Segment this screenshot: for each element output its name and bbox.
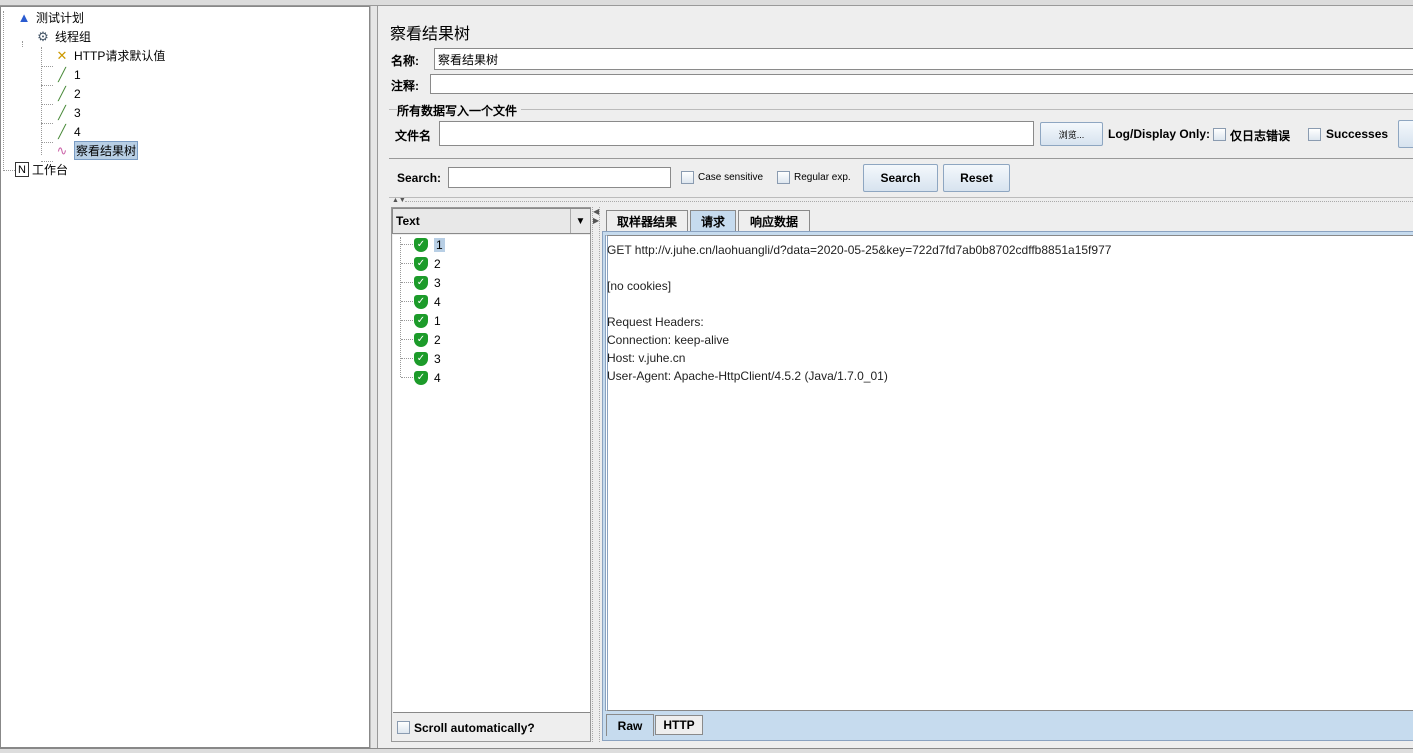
success-shield-icon: ✓ (414, 351, 428, 366)
success-shield-icon: ✓ (414, 256, 428, 271)
successes-label: Successes (1326, 127, 1389, 141)
result-label: 2 (434, 256, 441, 271)
tab-raw[interactable]: Raw (606, 714, 654, 736)
sampler-pipette-icon: ╱ (58, 66, 66, 82)
sampler-pipette-icon: ╱ (58, 104, 66, 120)
vertical-split-divider[interactable] (405, 201, 1413, 202)
config-wrench-icon: ✕ (56, 47, 68, 63)
headers-title: Request Headers: (607, 315, 704, 329)
scroll-auto-checkbox[interactable] (397, 721, 410, 734)
tree-node-http-defaults[interactable]: ✕ HTTP请求默认值 (53, 46, 166, 65)
regex-checkbox[interactable] (777, 171, 790, 184)
comment-label: 注释: (391, 79, 419, 93)
request-line: GET http://v.juhe.cn/laohuangli/d?data=2… (607, 243, 1112, 257)
success-shield-icon: ✓ (414, 313, 428, 328)
renderer-value: Text (396, 214, 420, 228)
result-label: 3 (434, 275, 441, 290)
split-pane-divider[interactable] (370, 6, 378, 748)
tree-node-view-results-tree[interactable]: ∿ 察看结果树 (53, 141, 139, 160)
collapse-arrows-icon[interactable]: ▲▼ (392, 197, 406, 204)
renderer-select[interactable]: Text ▼ (392, 208, 591, 234)
reset-button[interactable]: Reset (943, 164, 1010, 192)
scroll-auto-label: Scroll automatically? (414, 721, 535, 735)
case-sensitive-checkbox[interactable] (681, 171, 694, 184)
tab-http[interactable]: HTTP (655, 715, 703, 735)
tab-request[interactable]: 请求 (690, 210, 736, 232)
result-item[interactable]: ✓ 4 (401, 368, 441, 387)
case-sensitive-label: Case sensitive (698, 172, 764, 183)
successes-checkbox[interactable] (1308, 128, 1321, 141)
header-user-agent: User-Agent: Apache-HttpClient/4.5.2 (Jav… (607, 369, 888, 383)
tree-node-sampler-4[interactable]: ╱ 4 (53, 122, 81, 141)
tree-node-test-plan[interactable]: ▲ 测试计划 (15, 8, 84, 27)
header-host: Host: v.juhe.cn (607, 351, 686, 365)
result-label: 1 (434, 237, 445, 252)
result-item[interactable]: ✓ 3 (401, 273, 441, 292)
thread-group-gear-icon: ⚙ (37, 28, 49, 44)
cookies-line: [no cookies] (607, 279, 672, 293)
tab-sampler-result[interactable]: 取样器结果 (606, 210, 688, 232)
result-item[interactable]: ✓ 2 (401, 254, 441, 273)
request-text: GET http://v.juhe.cn/laohuangli/d?data=2… (607, 241, 1111, 385)
status-strip (0, 748, 1413, 753)
result-item[interactable]: ✓ 1 (401, 311, 441, 330)
results-split-divider[interactable]: ◀ ▶ (592, 207, 600, 742)
test-plan-flask-icon: ▲ (17, 10, 31, 25)
result-label: 3 (434, 351, 441, 366)
name-input[interactable] (434, 48, 1413, 70)
result-item[interactable]: ✓ 2 (401, 330, 441, 349)
filename-input[interactable] (439, 121, 1034, 146)
result-label: 4 (434, 370, 441, 385)
browse-button[interactable]: 浏览... (1040, 122, 1103, 146)
success-shield-icon: ✓ (414, 332, 428, 347)
errors-checkbox[interactable] (1213, 128, 1226, 141)
result-label: 4 (434, 294, 441, 309)
result-item[interactable]: ✓ 4 (401, 292, 441, 311)
search-label: Search: (397, 171, 442, 185)
search-button[interactable]: Search (863, 164, 938, 192)
sampler-pipette-icon: ╱ (58, 123, 66, 139)
tab-response-data[interactable]: 响应数据 (738, 210, 810, 232)
result-label: 2 (434, 332, 441, 347)
configure-button[interactable] (1398, 120, 1413, 148)
success-shield-icon: ✓ (414, 237, 428, 252)
header-connection: Connection: keep-alive (607, 333, 730, 347)
tree-node-sampler-3[interactable]: ╱ 3 (53, 103, 81, 122)
comment-input[interactable] (430, 74, 1413, 94)
workbench-icon: N (15, 162, 29, 177)
listener-graph-icon: ∿ (56, 142, 68, 158)
filename-label: 文件名 (395, 129, 432, 143)
tree-node-sampler-1[interactable]: ╱ 1 (53, 65, 81, 84)
tree-node-sampler-2[interactable]: ╱ 2 (53, 84, 81, 103)
name-label: 名称: (391, 54, 419, 68)
errors-label: 仅日志错误 (1230, 129, 1291, 143)
success-shield-icon: ✓ (414, 294, 428, 309)
test-plan-tree[interactable]: ▲ 测试计划 ⚙ 线程组 ✕ HTTP请求默认值 ╱ 1 ╱ 2 ╱ 3 ╱ 4 ∿ 察看结果树… (0, 6, 370, 748)
log-display-label: Log/Display Only: (1108, 127, 1211, 141)
chevron-down-icon[interactable]: ▼ (570, 209, 590, 233)
result-item[interactable]: ✓ 3 (401, 349, 441, 368)
result-item[interactable]: ✓ 1 (401, 235, 445, 254)
result-label: 1 (434, 313, 441, 328)
success-shield-icon: ✓ (414, 370, 428, 385)
tree-node-thread-group[interactable]: ⚙ 线程组 (34, 27, 91, 46)
regex-label: Regular exp. (794, 172, 851, 183)
search-input[interactable] (448, 167, 671, 188)
tree-node-workbench[interactable]: N 工作台 (15, 160, 68, 179)
page-title: 察看结果树 (390, 26, 471, 43)
success-shield-icon: ✓ (414, 275, 428, 290)
sampler-pipette-icon: ╱ (58, 85, 66, 101)
group-title: 所有数据写入一个文件 (397, 102, 522, 119)
